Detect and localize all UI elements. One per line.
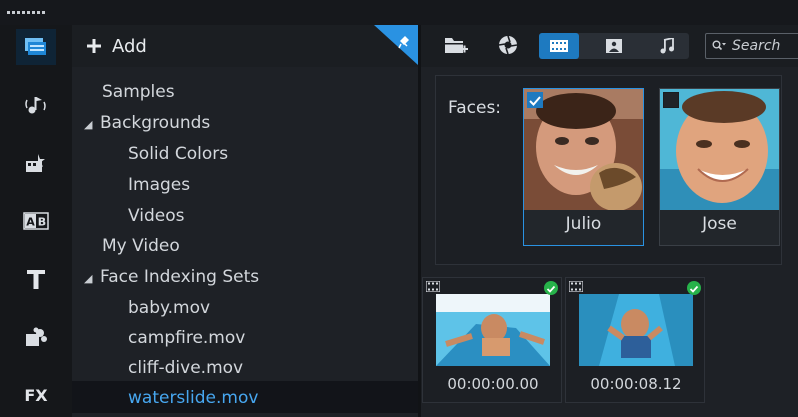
filter-button[interactable]: FX <box>16 377 56 413</box>
check-badge-icon <box>544 281 558 295</box>
media-library-icon <box>25 38 46 55</box>
category-rail: A B FX <box>0 25 72 417</box>
tree-item-baby[interactable]: baby.mov <box>128 297 210 319</box>
video-clip-icon <box>426 281 440 292</box>
svg-text:A: A <box>26 216 35 229</box>
instant-project-button[interactable] <box>16 145 56 181</box>
library-header: Add <box>72 25 418 67</box>
show-audio-button[interactable] <box>647 33 687 59</box>
clip-timecode-2: 00:00:08.12 <box>590 375 682 393</box>
import-folder-button[interactable] <box>441 31 471 59</box>
clip-timecode-1: 00:00:00.00 <box>447 375 539 393</box>
clip-thumbnail-1[interactable]: 00:00:00.00 <box>422 277 562 403</box>
show-videos-button[interactable] <box>539 33 579 59</box>
title-button[interactable] <box>16 261 56 297</box>
check-badge-icon <box>687 281 701 295</box>
add-label: Add <box>112 35 147 57</box>
face-photo-jose <box>660 89 779 210</box>
tree-item-waterslide[interactable]: waterslide.mov <box>128 387 258 409</box>
expanded-arrow-icon[interactable]: ◢ <box>84 268 98 290</box>
tree-item-face-indexing-sets[interactable]: ◢ Face Indexing Sets <box>84 266 259 290</box>
tree-item-images[interactable]: Images <box>128 174 190 196</box>
graphics-icon <box>26 327 47 346</box>
show-photos-button[interactable] <box>594 33 634 59</box>
pin-icon[interactable] <box>374 25 418 65</box>
face-name-julio: Julio <box>565 214 602 234</box>
face-checkbox-jose[interactable] <box>663 92 679 108</box>
expanded-arrow-icon[interactable]: ◢ <box>84 114 98 136</box>
audio-icon <box>25 97 46 114</box>
capture-button[interactable] <box>493 31 523 59</box>
face-name-jose: Jose <box>702 214 737 234</box>
drag-grip-icon[interactable] <box>7 11 45 15</box>
video-view-icon <box>550 40 568 52</box>
tree-item-videos[interactable]: Videos <box>128 205 185 227</box>
tree-item-cliff-dive[interactable]: cliff-dive.mov <box>128 357 243 379</box>
transition-icon: A B <box>23 212 49 230</box>
add-folder-icon <box>445 38 468 53</box>
tree-item-samples[interactable]: Samples <box>102 81 175 103</box>
plus-icon <box>87 39 101 53</box>
media-toolbar <box>421 25 798 67</box>
face-photo-julio <box>524 89 643 210</box>
photo-view-icon <box>606 39 622 53</box>
faces-label: Faces: <box>448 98 502 118</box>
top-strip <box>0 0 798 25</box>
media-library-button[interactable] <box>16 29 56 65</box>
add-folder-button[interactable]: Add <box>86 33 147 59</box>
library-tree-panel: Add Samples ◢ Backgrounds Solid Colors Im… <box>72 25 418 417</box>
face-card-jose[interactable]: Jose <box>659 88 780 246</box>
search-box[interactable] <box>705 33 798 59</box>
svg-text:FX: FX <box>24 386 48 405</box>
instant-project-icon <box>26 154 45 172</box>
search-input[interactable] <box>726 38 798 54</box>
graphics-button[interactable] <box>16 319 56 355</box>
clip-preview-1 <box>436 294 550 366</box>
face-card-julio[interactable]: Julio <box>523 88 644 246</box>
checkmark-icon <box>529 96 541 106</box>
face-checkbox-julio[interactable] <box>527 92 543 108</box>
transition-button[interactable]: A B <box>16 203 56 239</box>
tree-item-campfire[interactable]: campfire.mov <box>128 327 245 349</box>
filter-icon: FX <box>24 386 48 405</box>
tree-item-my-video[interactable]: My Video <box>102 235 180 257</box>
clip-preview-2 <box>579 294 693 366</box>
clip-thumbnail-2[interactable]: 00:00:08.12 <box>565 277 705 403</box>
audio-view-icon <box>660 38 674 54</box>
tree-item-backgrounds[interactable]: ◢ Backgrounds <box>84 112 210 136</box>
search-icon <box>712 40 726 51</box>
media-browser-panel: Faces: <box>421 25 798 417</box>
audio-button[interactable] <box>16 87 56 123</box>
svg-text:B: B <box>38 216 46 229</box>
aperture-icon <box>498 35 518 55</box>
title-icon <box>27 270 45 289</box>
faces-panel: Faces: Julio Jose <box>435 75 782 265</box>
video-clip-icon <box>569 281 583 292</box>
view-mode-switch <box>539 33 689 59</box>
tree-item-solid-colors[interactable]: Solid Colors <box>128 143 228 165</box>
